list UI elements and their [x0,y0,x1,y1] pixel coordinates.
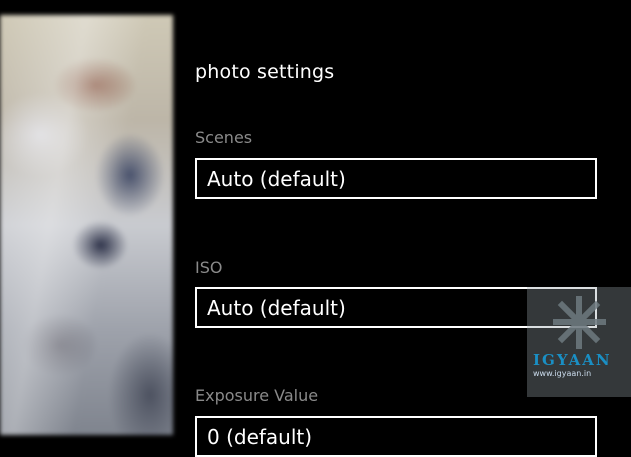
camera-viewfinder-preview [0,15,173,435]
watermark-logo-icon [553,296,606,349]
exposure-value-label: Exposure Value [195,386,319,405]
iso-value: Auto (default) [207,295,346,320]
iso-label: ISO [195,258,223,277]
scenes-value: Auto (default) [207,166,346,191]
scenes-label: Scenes [195,128,253,147]
watermark-brand: IGYAAN [533,351,612,369]
page-title: photo settings [195,61,335,83]
watermark: IGYAAN www.igyaan.in [527,287,631,397]
scenes-select[interactable]: Auto (default) [195,158,597,199]
watermark-url: www.igyaan.in [533,369,592,378]
exposure-value: 0 (default) [207,424,313,449]
exposure-value-select[interactable]: 0 (default) [195,416,597,457]
